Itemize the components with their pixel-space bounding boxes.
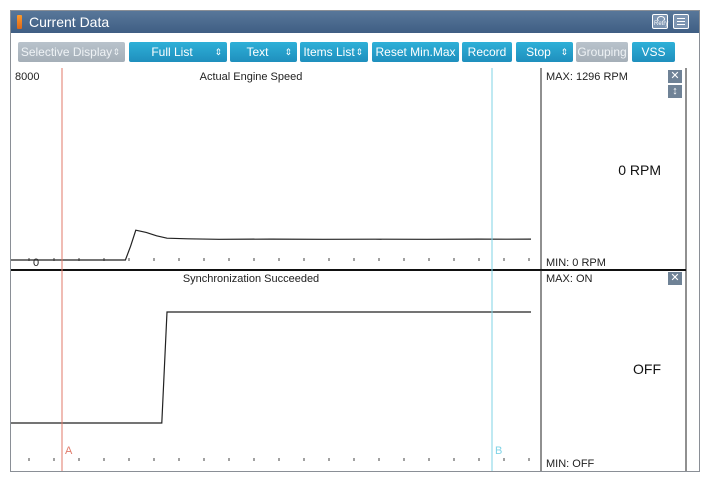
text-label: Text	[246, 45, 269, 59]
menu-icon[interactable]	[673, 14, 689, 29]
charts-svg: 8000 0 Actual Engine Speed MAX: 1296 RPM…	[11, 68, 699, 471]
panel-title: Actual Engine Speed	[200, 71, 303, 83]
min-value: MIN: OFF	[546, 458, 595, 470]
resize-icon[interactable]: ↕	[668, 85, 682, 98]
close-icon[interactable]: ✕	[668, 272, 682, 285]
chevron-updown-icon: ⇕	[355, 47, 363, 57]
chevron-updown-icon: ⇕	[560, 47, 568, 57]
close-icon[interactable]: ✕	[668, 70, 682, 83]
items-list-button[interactable]: Items List ⇕	[300, 42, 368, 62]
title-bar: Current Data Retry	[11, 11, 699, 33]
cursor-a-label: A	[65, 445, 73, 457]
selective-display-label: Selective Display	[20, 45, 113, 59]
y-max-label: 8000	[15, 71, 39, 83]
chevron-updown-icon: ⇕	[214, 47, 222, 57]
min-value: MIN: 0 RPM	[546, 257, 606, 269]
retry-label: Retry	[654, 21, 669, 27]
chevron-updown-icon: ⇕	[284, 47, 292, 57]
current-data-window: Current Data Retry Selective Display ⇕ Fu…	[10, 10, 700, 472]
retry-icon[interactable]: Retry	[652, 14, 668, 29]
grouping-button[interactable]: Grouping	[576, 42, 628, 62]
max-value: MAX: 1296 RPM	[546, 71, 628, 83]
current-value: OFF	[633, 361, 661, 377]
cursor-b-label: B	[495, 445, 502, 457]
sync-line	[11, 311, 531, 424]
window-title: Current Data	[29, 14, 110, 30]
panel-title: Synchronization Succeeded	[183, 273, 319, 285]
max-value: MAX: ON	[546, 273, 593, 285]
title-accent-icon	[17, 15, 22, 29]
x-ticks	[28, 458, 530, 461]
stop-button[interactable]: Stop ⇕	[516, 42, 573, 62]
chevron-updown-icon: ⇕	[112, 47, 120, 57]
toolbar: Selective Display ⇕ Full List ⇕ Text ⇕ Item…	[11, 39, 699, 65]
selective-display-button[interactable]: Selective Display ⇕	[18, 42, 125, 62]
full-list-button[interactable]: Full List ⇕	[129, 42, 227, 62]
current-value: 0 RPM	[618, 162, 661, 178]
full-list-label: Full List	[151, 45, 193, 59]
record-button[interactable]: Record	[462, 42, 512, 62]
stop-label: Stop	[526, 45, 551, 59]
vss-button[interactable]: VSS	[632, 42, 675, 62]
chart-area: 8000 0 Actual Engine Speed MAX: 1296 RPM…	[11, 68, 699, 471]
y-min-label: 0	[33, 257, 39, 269]
sync-panel: Synchronization Succeeded MAX: ON OFF MI…	[11, 270, 661, 471]
reset-min-max-button[interactable]: Reset Min.Max	[372, 42, 459, 62]
text-button[interactable]: Text ⇕	[230, 42, 297, 62]
